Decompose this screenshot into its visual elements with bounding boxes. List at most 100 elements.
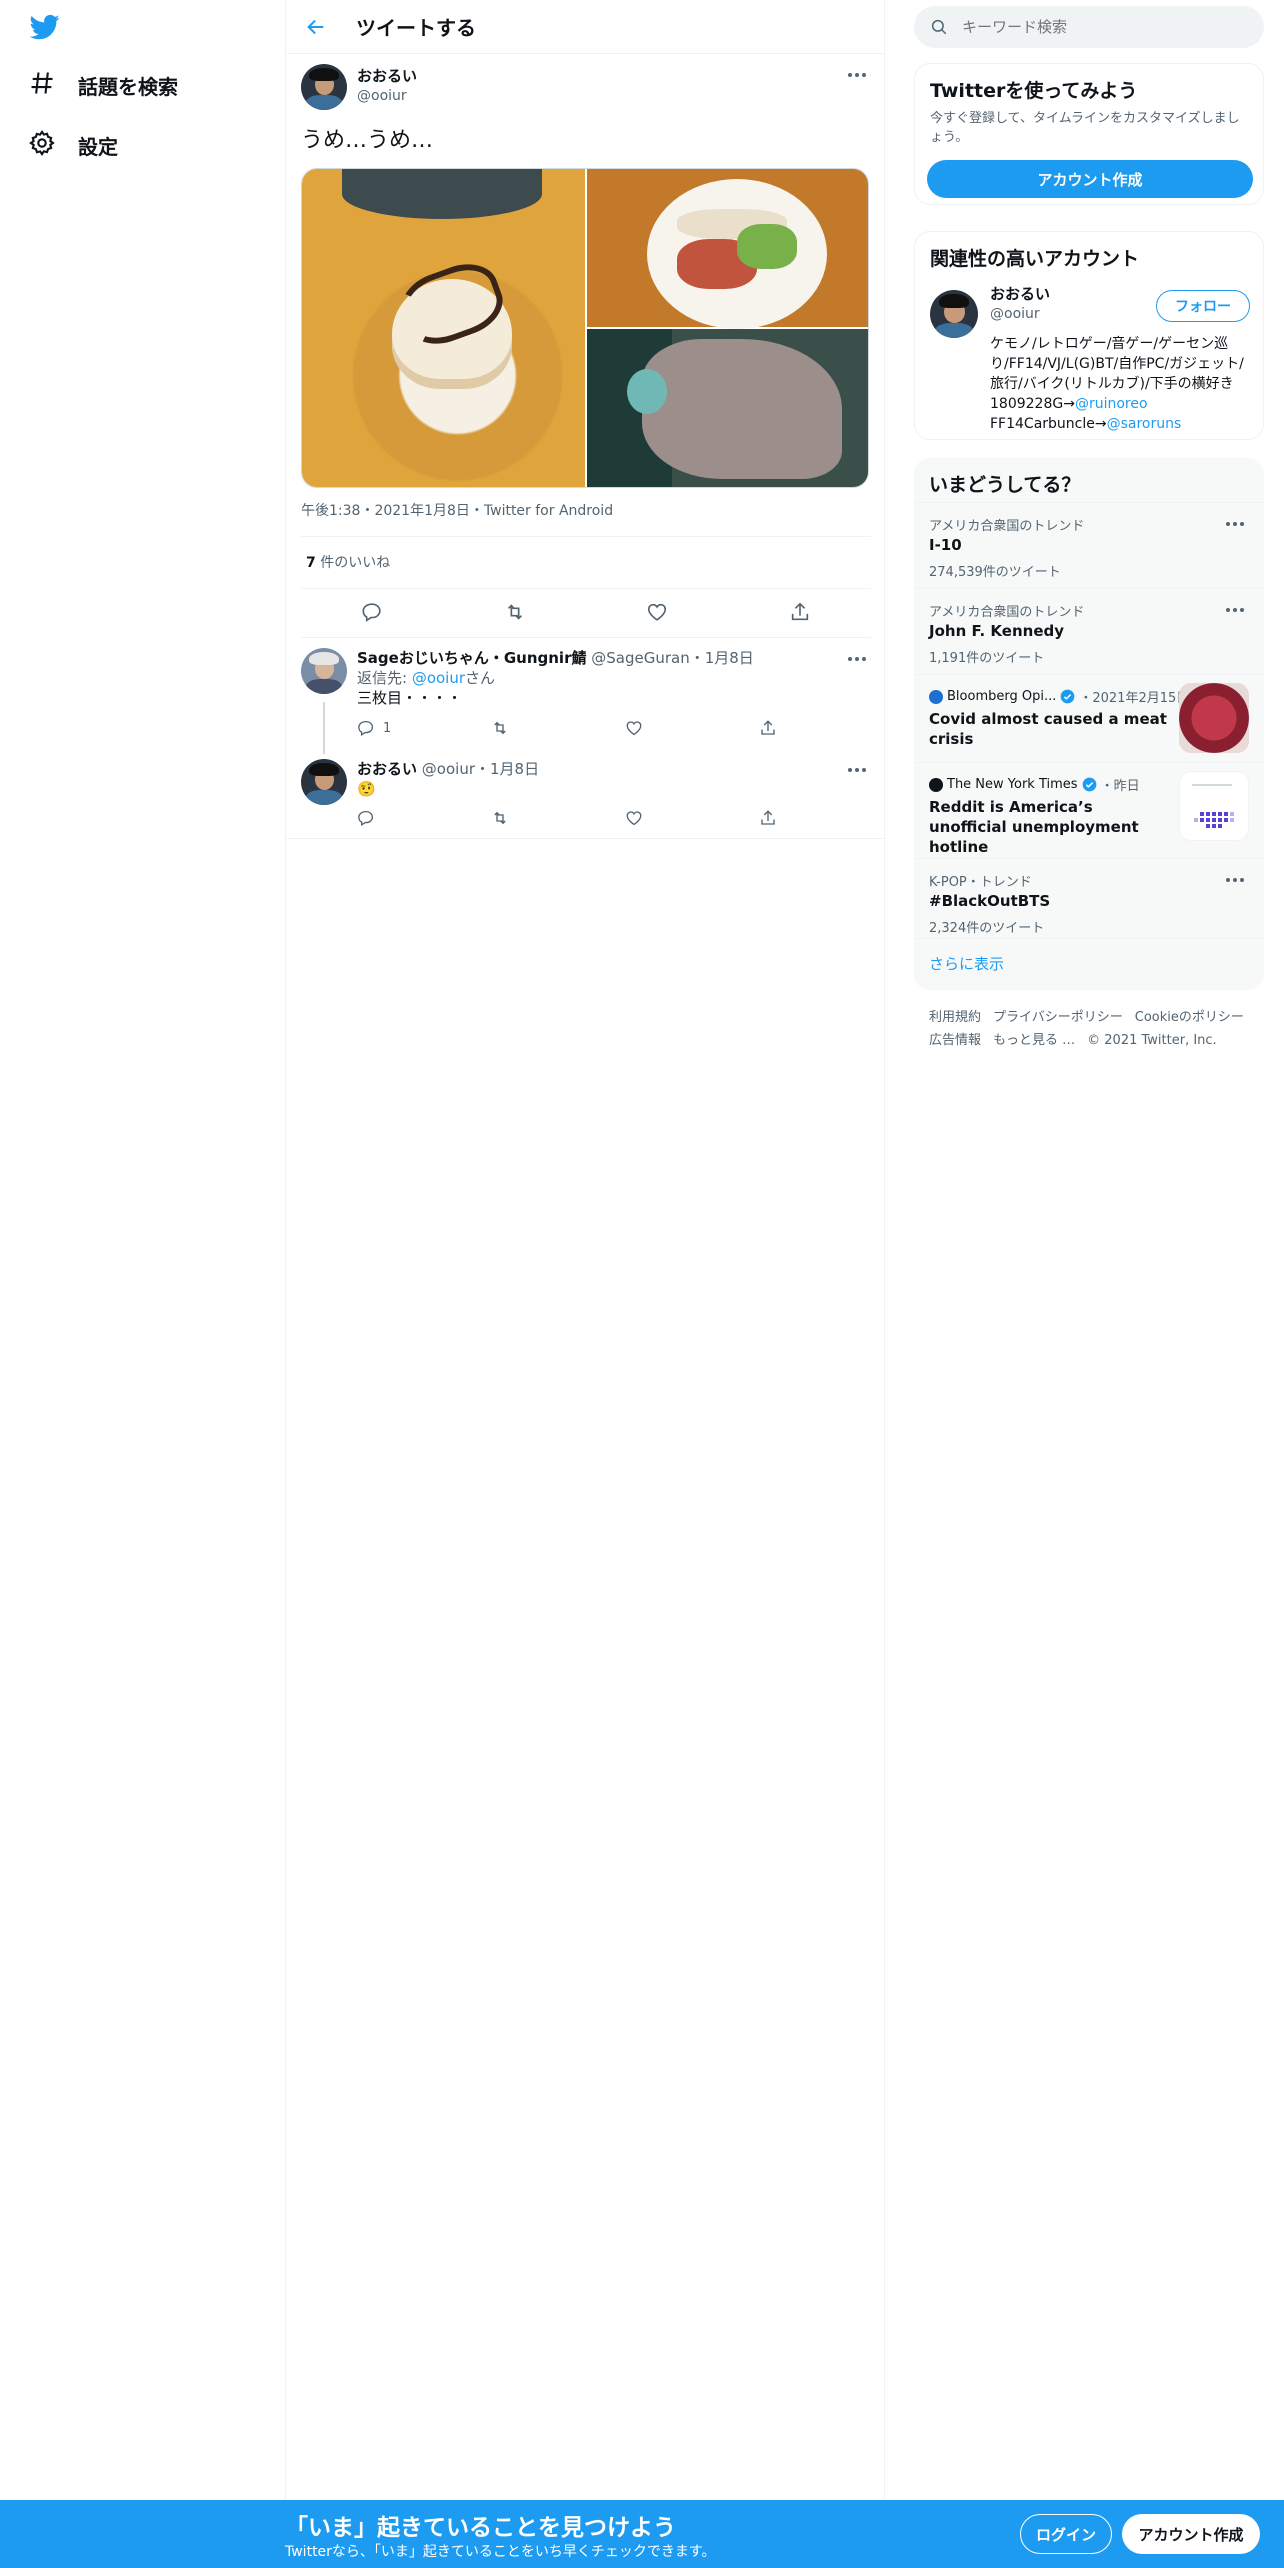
photo-ice-cream[interactable] bbox=[302, 169, 585, 487]
news-item[interactable]: Bloomberg Opi... ・2021年2月15日 Covid almos… bbox=[914, 674, 1264, 762]
show-more-link[interactable]: さらに表示 bbox=[929, 953, 1004, 974]
trend-item[interactable]: アメリカ合衆国のトレンド John F. Kennedy 1,191件のツイート bbox=[914, 588, 1264, 674]
news-source: The New York Times ・昨日 bbox=[929, 775, 1140, 794]
more-options-icon[interactable] bbox=[843, 648, 871, 670]
signup-button[interactable]: アカウント作成 bbox=[927, 160, 1253, 198]
more-options-icon[interactable] bbox=[843, 759, 871, 781]
banner-signup-button[interactable]: アカウント作成 bbox=[1122, 2514, 1260, 2554]
bio-link[interactable]: @ruinoreo bbox=[1075, 396, 1148, 412]
trend-item[interactable]: アメリカ合衆国のトレンド I-10 274,539件のツイート bbox=[914, 502, 1264, 588]
footer-more[interactable]: もっと見る … bbox=[993, 1033, 1075, 1048]
trend-topic: John F. Kennedy bbox=[929, 622, 1065, 640]
reply-button[interactable]: 1 bbox=[357, 719, 491, 737]
reply-text: 三枚目・・・・ bbox=[357, 689, 463, 707]
divider bbox=[301, 536, 871, 537]
footer-ads[interactable]: 広告情報 bbox=[929, 1033, 981, 1048]
author-handle[interactable]: @ooiur bbox=[357, 86, 417, 106]
reply-author-name[interactable]: おおるい bbox=[357, 760, 417, 778]
share-button[interactable] bbox=[789, 601, 811, 623]
more-options-icon[interactable] bbox=[1221, 869, 1249, 891]
trends-card: いまどうしてる？ アメリカ合衆国のトレンド I-10 274,539件のツイート… bbox=[914, 458, 1264, 990]
footer-links: 利用規約 プライバシーポリシー Cookieのポリシー 広告情報 もっと見る … © 2… bbox=[929, 1006, 1259, 1052]
reply-to-suffix: さん bbox=[465, 669, 496, 687]
divider bbox=[301, 588, 871, 589]
search-input[interactable] bbox=[962, 18, 1242, 36]
likes-count[interactable]: 7 件のいいね bbox=[306, 552, 390, 572]
tweet-actions bbox=[301, 601, 871, 623]
retweet-button[interactable] bbox=[491, 809, 625, 827]
trend-item[interactable]: K-POP・トレンド #BlackOutBTS 2,324件のツイート bbox=[914, 858, 1264, 946]
news-headline: Reddit is America’s unofficial unemploym… bbox=[929, 798, 1139, 856]
verified-badge-icon bbox=[1060, 689, 1075, 704]
photo-figure[interactable] bbox=[587, 329, 868, 487]
bloomberg-logo-icon bbox=[929, 689, 943, 704]
banner-title: 「いま」起きていることを見つけよう bbox=[285, 2515, 676, 2541]
login-button[interactable]: ログイン bbox=[1020, 2514, 1112, 2554]
twitter-logo-icon[interactable] bbox=[28, 12, 62, 42]
retweet-icon bbox=[507, 604, 522, 620]
reply-author-handle[interactable]: @SageGuran bbox=[591, 649, 689, 667]
nav-explore[interactable]: 話題を検索 bbox=[28, 65, 178, 105]
likes-number: 7 bbox=[306, 555, 316, 571]
left-navigation: 話題を検索 設定 bbox=[0, 0, 285, 2500]
show-more-row[interactable]: さらに表示 bbox=[914, 938, 1264, 990]
reply-actions: 1 bbox=[357, 719, 893, 737]
like-button[interactable] bbox=[646, 601, 668, 623]
more-options-icon[interactable] bbox=[843, 64, 871, 86]
trend-context: アメリカ合衆国のトレンド bbox=[929, 605, 1085, 620]
tweet-text: うめ…うめ… bbox=[301, 128, 434, 153]
share-button[interactable] bbox=[759, 809, 893, 827]
search-icon bbox=[931, 19, 947, 35]
follow-button[interactable]: フォロー bbox=[1156, 290, 1250, 322]
reply-to-prefix: 返信先: bbox=[357, 669, 412, 687]
reply-author-name[interactable]: Sageおじいちゃん・Gungnir鯖 bbox=[357, 649, 586, 667]
news-source: Bloomberg Opi... ・2021年2月15日 bbox=[929, 687, 1189, 706]
nav-settings[interactable]: 設定 bbox=[28, 125, 118, 165]
hashtag-icon bbox=[28, 69, 56, 102]
reply-author-handle[interactable]: @ooiur bbox=[422, 760, 475, 778]
like-button[interactable] bbox=[625, 719, 759, 737]
signup-title: Twitterを使ってみよう bbox=[930, 80, 1138, 102]
thread-line bbox=[323, 702, 325, 754]
reply-date[interactable]: ・1月8日 bbox=[475, 760, 539, 778]
reply-button[interactable] bbox=[357, 809, 491, 827]
bio-link[interactable]: @saroruns bbox=[1107, 416, 1182, 432]
retweet-button[interactable] bbox=[491, 719, 625, 737]
nav-explore-label: 話題を検索 bbox=[78, 74, 178, 99]
news-date: ・2021年2月15日 bbox=[1079, 691, 1190, 706]
retweet-button[interactable] bbox=[504, 601, 526, 623]
tweet-timestamp[interactable]: 午後1:38・2021年1月8日・Twitter for Android bbox=[301, 500, 613, 520]
share-button[interactable] bbox=[759, 719, 893, 737]
more-options-icon[interactable] bbox=[1221, 599, 1249, 621]
news-thumbnail-chart bbox=[1179, 771, 1249, 841]
share-icon bbox=[791, 602, 808, 621]
footer-privacy[interactable]: プライバシーポリシー bbox=[993, 1010, 1123, 1025]
bio-text: FF14Carbuncle→ bbox=[990, 416, 1107, 432]
more-options-icon[interactable] bbox=[1221, 513, 1249, 535]
like-button[interactable] bbox=[625, 809, 759, 827]
avatar[interactable] bbox=[301, 64, 347, 110]
avatar[interactable] bbox=[930, 290, 978, 338]
search-box[interactable] bbox=[914, 6, 1264, 48]
author-name[interactable]: おおるい bbox=[357, 66, 417, 86]
reply-icon bbox=[358, 720, 374, 737]
avatar[interactable] bbox=[301, 759, 347, 805]
reply-date[interactable]: ・1月8日 bbox=[690, 649, 754, 667]
avatar[interactable] bbox=[301, 648, 347, 694]
footer-terms[interactable]: 利用規約 bbox=[929, 1010, 981, 1025]
photo-noodle-bowl[interactable] bbox=[587, 169, 868, 329]
banner-subtitle: Twitterなら、「いま」起きていることをいち早くチェックできます。 bbox=[285, 2544, 716, 2560]
footer-cookie[interactable]: Cookieのポリシー bbox=[1135, 1010, 1244, 1025]
news-item[interactable]: The New York Times ・昨日 Reddit is America… bbox=[914, 762, 1264, 858]
reply-button[interactable] bbox=[361, 601, 383, 623]
share-icon bbox=[761, 810, 775, 825]
reply-to-handle[interactable]: @ooiur bbox=[412, 669, 465, 687]
back-button[interactable] bbox=[298, 9, 334, 45]
verified-badge-icon bbox=[1082, 777, 1096, 792]
heart-icon bbox=[626, 811, 642, 826]
news-thumbnail-meat bbox=[1179, 683, 1249, 753]
divider bbox=[286, 838, 884, 839]
signup-banner: 「いま」起きていることを見つけよう Twitterなら、「いま」起きていることを… bbox=[0, 2500, 1284, 2568]
trend-topic: #BlackOutBTS bbox=[929, 892, 1051, 910]
retweet-icon bbox=[494, 811, 506, 825]
